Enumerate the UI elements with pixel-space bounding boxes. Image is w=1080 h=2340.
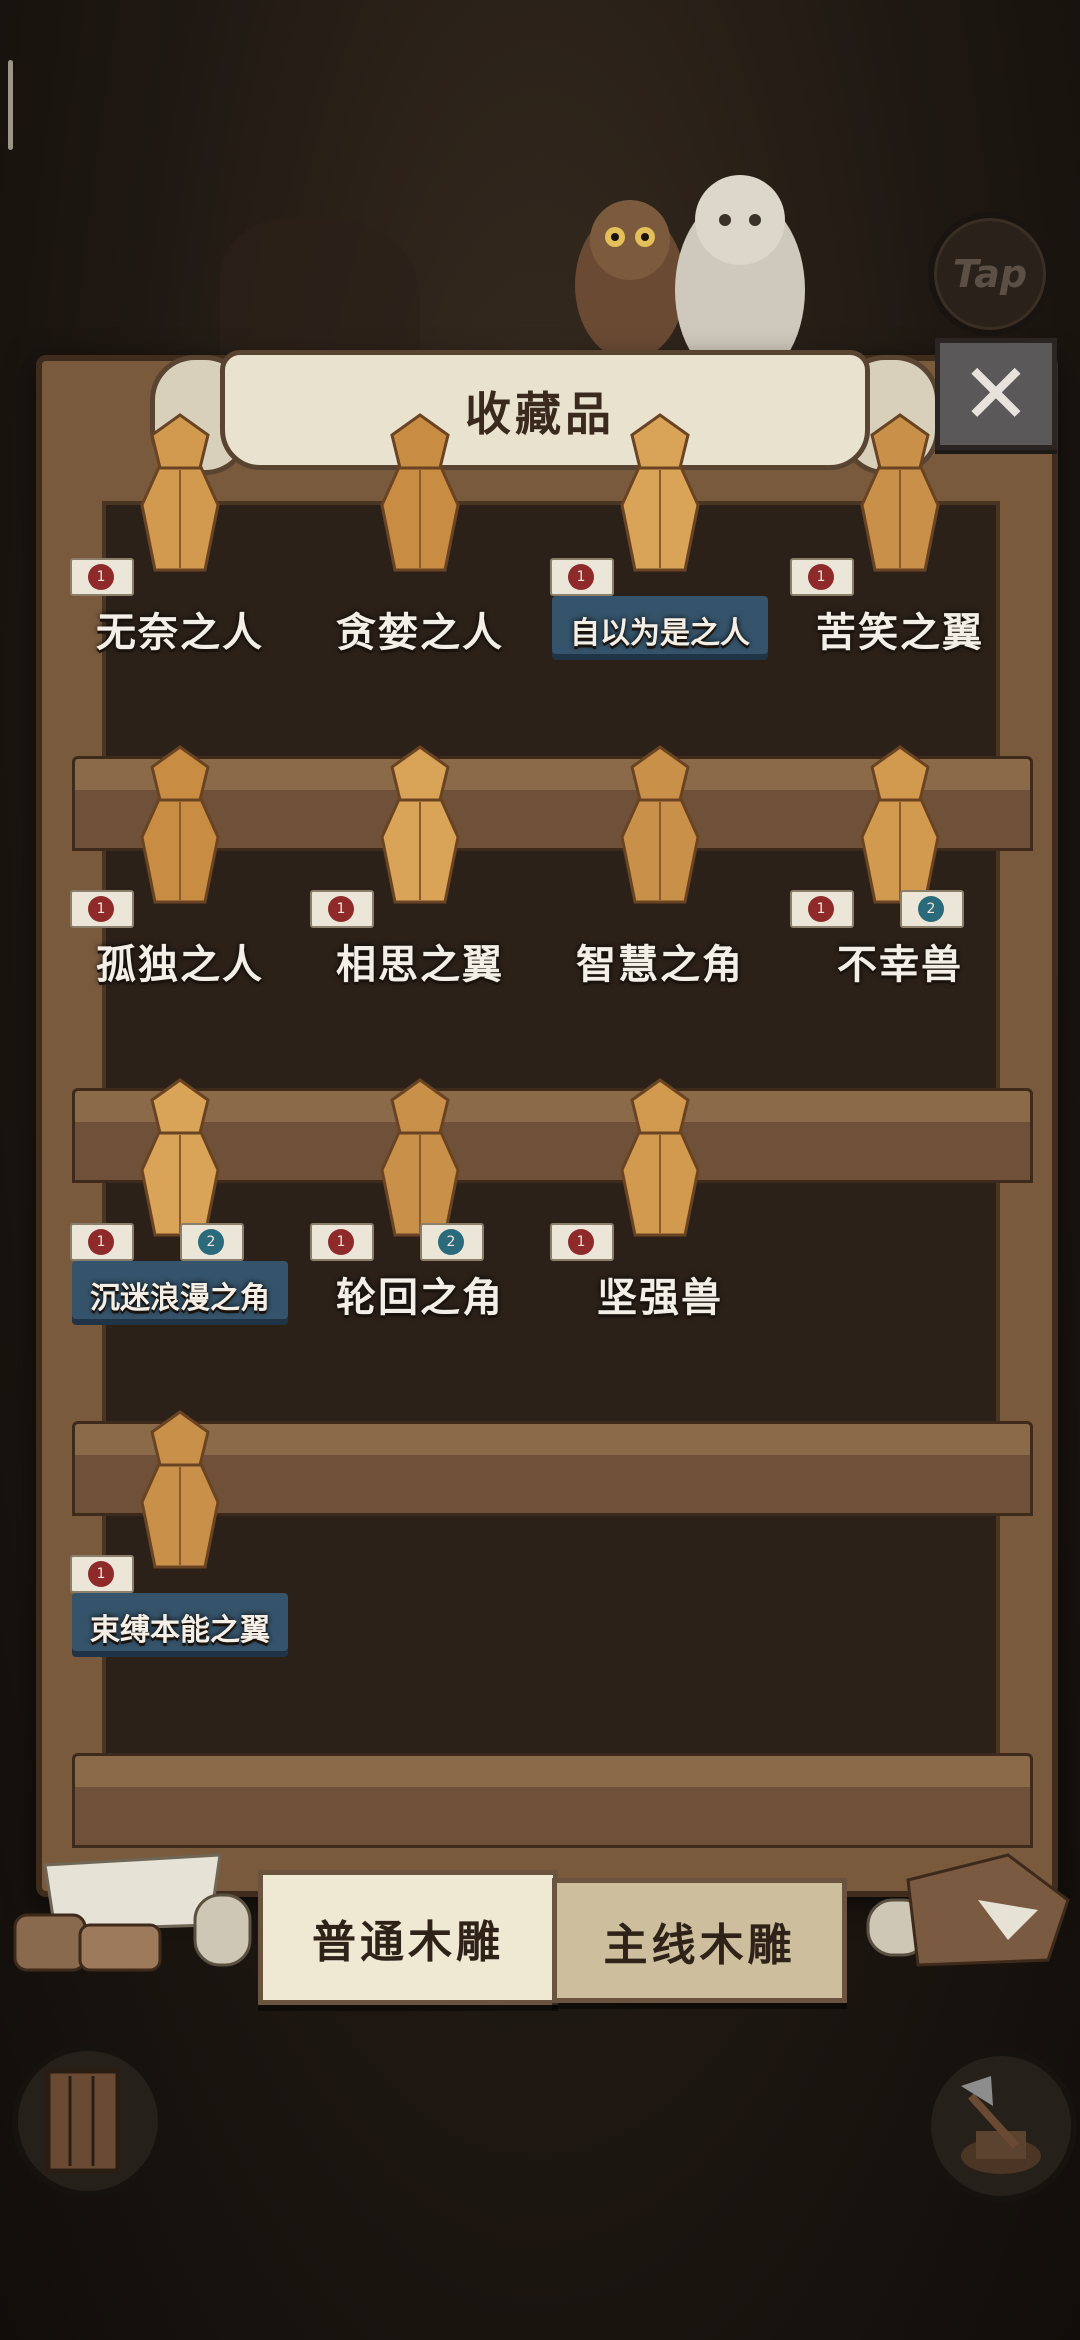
letter-tag: 1 (550, 558, 614, 596)
item-label: 孤独之人 (96, 941, 264, 988)
letter-tag: 1 (310, 1223, 374, 1261)
collection-item[interactable]: 1 自以为是之人 (540, 410, 780, 660)
collection-item[interactable]: 贪婪之人 (300, 410, 540, 660)
letter-tag: 1 (70, 1555, 134, 1593)
letter-tag: 2 (900, 890, 964, 928)
item-tags: 1 (550, 558, 780, 596)
item-label: 苦笑之翼 (816, 609, 984, 656)
letter-tag: 1 (790, 558, 854, 596)
wax-seal-icon: 1 (568, 1229, 594, 1255)
axe-icon (961, 2076, 1041, 2174)
item-tags: 1 (790, 558, 1020, 596)
wax-seal-icon: 1 (568, 564, 594, 590)
tap-button[interactable]: Tap (928, 212, 1052, 336)
collection-item[interactable]: 1 无奈之人 (60, 410, 300, 660)
tab-normal-carvings[interactable]: 普通木雕 (258, 1870, 558, 2005)
door-button[interactable] (12, 2045, 164, 2197)
wood-carving-figure (140, 1078, 220, 1237)
wax-seal-icon: 1 (808, 896, 834, 922)
letter-tag: 2 (180, 1223, 244, 1261)
item-tags: 1 (550, 1223, 780, 1261)
axe-button[interactable] (925, 2050, 1077, 2202)
letter-tag: 2 (420, 1223, 484, 1261)
collection-item[interactable]: 1 相思之翼 (300, 742, 540, 992)
item-tags: 12 (70, 1223, 300, 1261)
item-label: 相思之翼 (336, 941, 504, 988)
item-tags: 1 (70, 890, 300, 928)
letter-tag: 1 (790, 890, 854, 928)
item-label: 智慧之角 (576, 941, 744, 988)
item-label: 坚强兽 (597, 1274, 723, 1321)
letter-tag: 1 (310, 890, 374, 928)
wax-seal-icon: 1 (328, 1229, 354, 1255)
letter-tag: 1 (70, 558, 134, 596)
wood-carving-figure (860, 413, 940, 572)
item-tags: 12 (790, 890, 1020, 928)
collection-item[interactable]: 1 坚强兽 (540, 1075, 780, 1325)
tab-main-carvings[interactable]: 主线木雕 (552, 1878, 847, 2003)
wood-carving-figure (620, 745, 700, 904)
item-tags (310, 558, 540, 594)
shelf-4 (72, 1753, 1033, 1848)
wood-carving-figure (140, 413, 220, 572)
wax-seal-icon: 2 (918, 896, 944, 922)
item-label: 无奈之人 (96, 609, 264, 656)
wood-carving-figure (140, 1410, 220, 1569)
wood-carving-figure (620, 413, 700, 572)
wood-carving-figure (860, 745, 940, 904)
letter-tag: 1 (550, 1223, 614, 1261)
item-label: 沉迷浪漫之角 (90, 1281, 270, 1316)
wax-seal-icon: 1 (88, 1561, 114, 1587)
collection-item[interactable]: 1 2 轮回之角 (300, 1075, 540, 1325)
letter-tag: 1 (70, 890, 134, 928)
item-tags: 1 (70, 1555, 300, 1593)
collection-item[interactable]: 1 苦笑之翼 (780, 410, 1020, 660)
wax-seal-icon: 2 (198, 1229, 224, 1255)
collection-item[interactable]: 智慧之角 (540, 742, 780, 992)
letter-tag: 1 (70, 1223, 134, 1261)
wood-carving-figure (380, 1078, 460, 1237)
wood-carving-figure (380, 745, 460, 904)
wax-seal-icon: 2 (438, 1229, 464, 1255)
wax-seal-icon: 1 (88, 564, 114, 590)
collection-item[interactable]: 1 2 不幸兽 (780, 742, 1020, 992)
collection-item[interactable]: 1 2 沉迷浪漫之角 (60, 1075, 300, 1325)
wax-seal-icon: 1 (328, 896, 354, 922)
item-label: 自以为是之人 (570, 616, 750, 651)
rubble-decoration-left (13, 1853, 252, 1972)
wax-seal-icon: 1 (88, 1229, 114, 1255)
tap-label: Tap (952, 252, 1028, 296)
item-tags (550, 890, 780, 926)
wax-seal-icon: 1 (88, 896, 114, 922)
item-tags: 12 (310, 1223, 540, 1261)
item-label: 贪婪之人 (336, 609, 504, 656)
item-tags: 1 (310, 890, 540, 928)
item-label: 不幸兽 (837, 941, 963, 988)
wood-carving-figure (620, 1078, 700, 1237)
wood-carving-figure (380, 413, 460, 572)
item-tags: 1 (70, 558, 300, 596)
item-label: 轮回之角 (336, 1274, 504, 1321)
collection-item[interactable]: 1 束缚本能之翼 (60, 1407, 300, 1657)
rubble-decoration-right (866, 1853, 1070, 1967)
wood-carving-figure (140, 745, 220, 904)
door-icon (45, 2068, 121, 2174)
item-label: 束缚本能之翼 (90, 1613, 270, 1648)
status-indicator-bar (8, 60, 13, 150)
wax-seal-icon: 1 (808, 564, 834, 590)
collection-item[interactable]: 1 孤独之人 (60, 742, 300, 992)
